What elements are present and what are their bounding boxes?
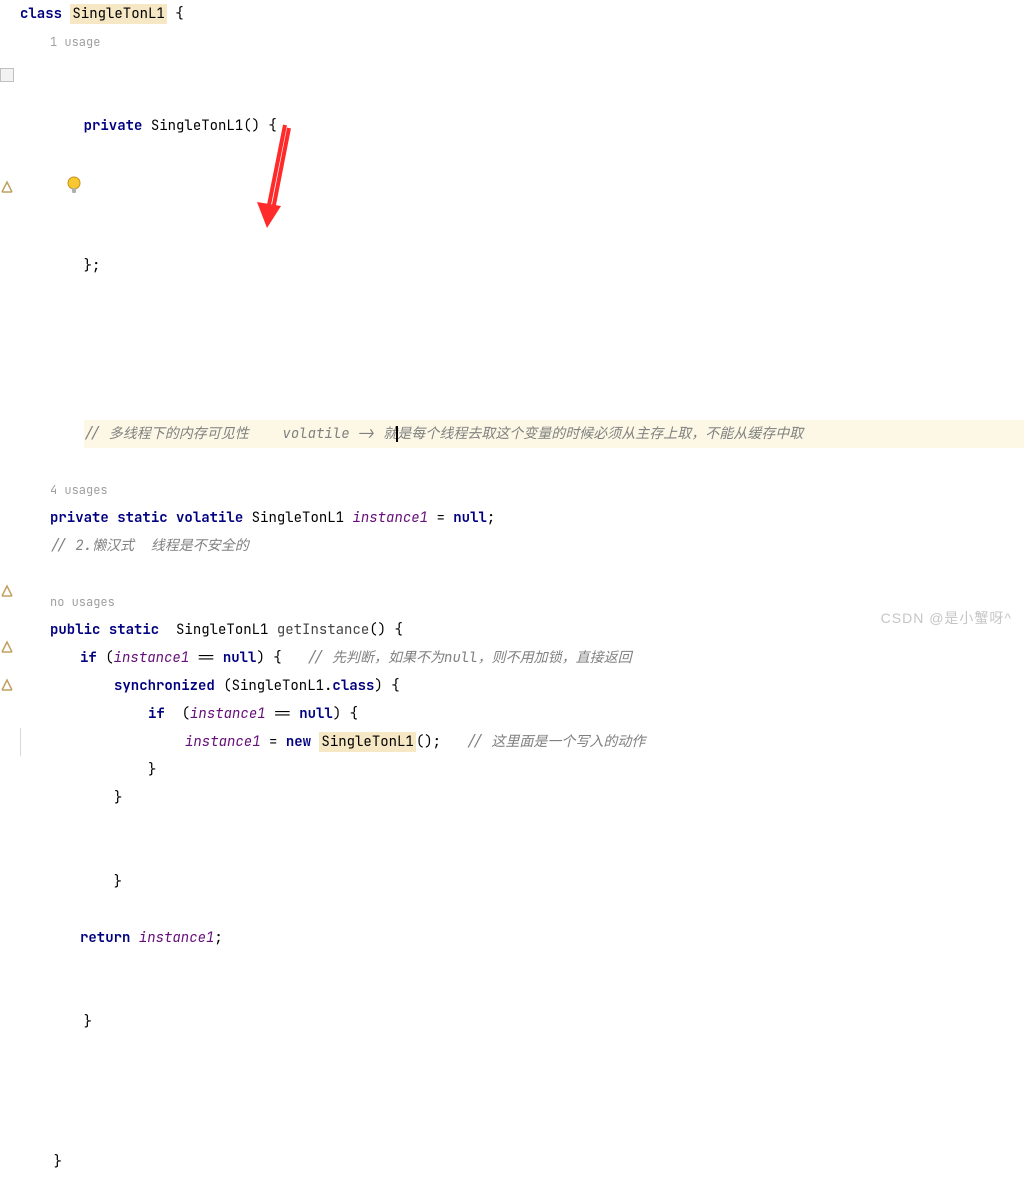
punct: ) {: [256, 649, 281, 667]
code-line[interactable]: }: [20, 952, 1024, 1064]
keyword-class-lit: class: [332, 677, 374, 695]
sync-arg: (SingleTonL1.: [215, 677, 333, 695]
gutter-method-end-icon[interactable]: [0, 622, 14, 636]
usage-hint: no usages: [20, 588, 1024, 616]
comment: // 多线程下的内存可见性 volatile -> 就是每个线程去取这个变量的时…: [84, 425, 804, 443]
comment: // 这里面是一个写入的动作: [466, 733, 645, 751]
code-line[interactable]: instance1 = new SingleTonL1(); // 这里面是一个…: [20, 728, 1024, 756]
keyword-public: public: [50, 621, 100, 639]
punct: () {: [243, 117, 277, 135]
punct: }: [54, 1153, 62, 1171]
keyword-null: null: [453, 509, 487, 527]
code-line[interactable]: private SingleTonL1() {: [20, 56, 1024, 168]
variable: instance1: [185, 733, 261, 751]
ctor-name: SingleTonL1: [151, 117, 243, 135]
code-line[interactable]: }: [20, 1092, 1024, 1204]
keyword-null: null: [299, 705, 333, 723]
punct: ;: [214, 929, 222, 947]
keyword-new: new: [286, 733, 311, 751]
punct: ();: [416, 733, 441, 751]
code-line[interactable]: }: [20, 812, 1024, 924]
keyword-volatile: volatile: [176, 509, 243, 527]
punct: };: [84, 257, 101, 275]
code-editor[interactable]: class SingleTonL1 { 1 usage private Sing…: [0, 0, 1024, 1204]
punct: (: [165, 705, 190, 723]
keyword-return: return: [80, 929, 130, 947]
usage-hint: 1 usage: [20, 28, 1024, 56]
code-line[interactable]: }: [20, 756, 1024, 784]
punct: }: [114, 873, 122, 891]
field-name: instance1: [352, 509, 428, 527]
keyword-static: static: [109, 621, 159, 639]
punct: {: [167, 5, 184, 23]
variable: instance1: [190, 705, 266, 723]
code-line[interactable]: public static SingleTonL1 getInstance() …: [20, 616, 1024, 644]
comment: // 先判断，如果不为null，则不用加锁，直接返回: [307, 649, 632, 667]
operator: ==: [189, 649, 223, 667]
keyword-null: null: [223, 649, 257, 667]
code-line[interactable]: return instance1;: [20, 924, 1024, 952]
method-name: getInstance: [277, 621, 369, 639]
highlighted-comment-line[interactable]: // 多线程下的内存可见性 volatile -> 就是每个线程去取这个变量的时…: [20, 392, 1024, 476]
code-line[interactable]: if (instance1 == null) {: [20, 700, 1024, 728]
empty-line[interactable]: [20, 308, 1024, 392]
gutter-method-end-icon[interactable]: [0, 124, 14, 138]
gutter-fold-icon[interactable]: [0, 68, 14, 82]
punct: (: [97, 649, 114, 667]
keyword-if: if: [148, 705, 165, 723]
code-line[interactable]: private static volatile SingleTonL1 inst…: [20, 504, 1024, 532]
code-line[interactable]: // 2.懒汉式 线程是不安全的: [20, 532, 1024, 560]
keyword-synchronized: synchronized: [114, 677, 215, 695]
code-line[interactable]: synchronized (SingleTonL1.class) {: [20, 672, 1024, 700]
code-line[interactable]: class SingleTonL1 {: [20, 0, 1024, 28]
code-line[interactable]: };: [20, 196, 1024, 308]
class-name: SingleTonL1: [70, 4, 166, 24]
punct: ) {: [333, 705, 358, 723]
usage-hint: 4 usages: [20, 476, 1024, 504]
ctor-call: SingleTonL1: [319, 732, 415, 752]
gutter-method-end-icon[interactable]: [0, 584, 14, 598]
keyword-class: class: [20, 5, 62, 23]
empty-line[interactable]: [20, 1064, 1024, 1092]
punct: ;: [487, 509, 495, 527]
punct: }: [148, 761, 156, 779]
watermark: CSDN @是小蟹呀^: [881, 608, 1012, 628]
keyword-private: private: [50, 509, 109, 527]
comment: // 2.懒汉式 线程是不安全的: [50, 537, 249, 555]
variable: instance1: [114, 649, 190, 667]
punct: }: [84, 1013, 92, 1031]
keyword-private: private: [84, 117, 143, 135]
gutter-method-end-icon[interactable]: [0, 528, 14, 542]
operator: =: [261, 733, 286, 751]
punct: =: [428, 509, 453, 527]
code-line[interactable]: if (instance1 == null) { // 先判断，如果不为null…: [20, 644, 1024, 672]
operator: ==: [266, 705, 300, 723]
return-type: SingleTonL1: [176, 621, 268, 639]
field-type: SingleTonL1: [252, 509, 344, 527]
punct: () {: [369, 621, 403, 639]
punct: }: [114, 789, 122, 807]
keyword-if: if: [80, 649, 97, 667]
empty-line[interactable]: [20, 560, 1024, 588]
code-line[interactable]: }: [20, 784, 1024, 812]
keyword-static: static: [117, 509, 167, 527]
variable: instance1: [139, 929, 215, 947]
punct: ) {: [374, 677, 399, 695]
intention-bulb-icon[interactable]: [16, 148, 32, 164]
empty-line[interactable]: [20, 168, 1024, 196]
